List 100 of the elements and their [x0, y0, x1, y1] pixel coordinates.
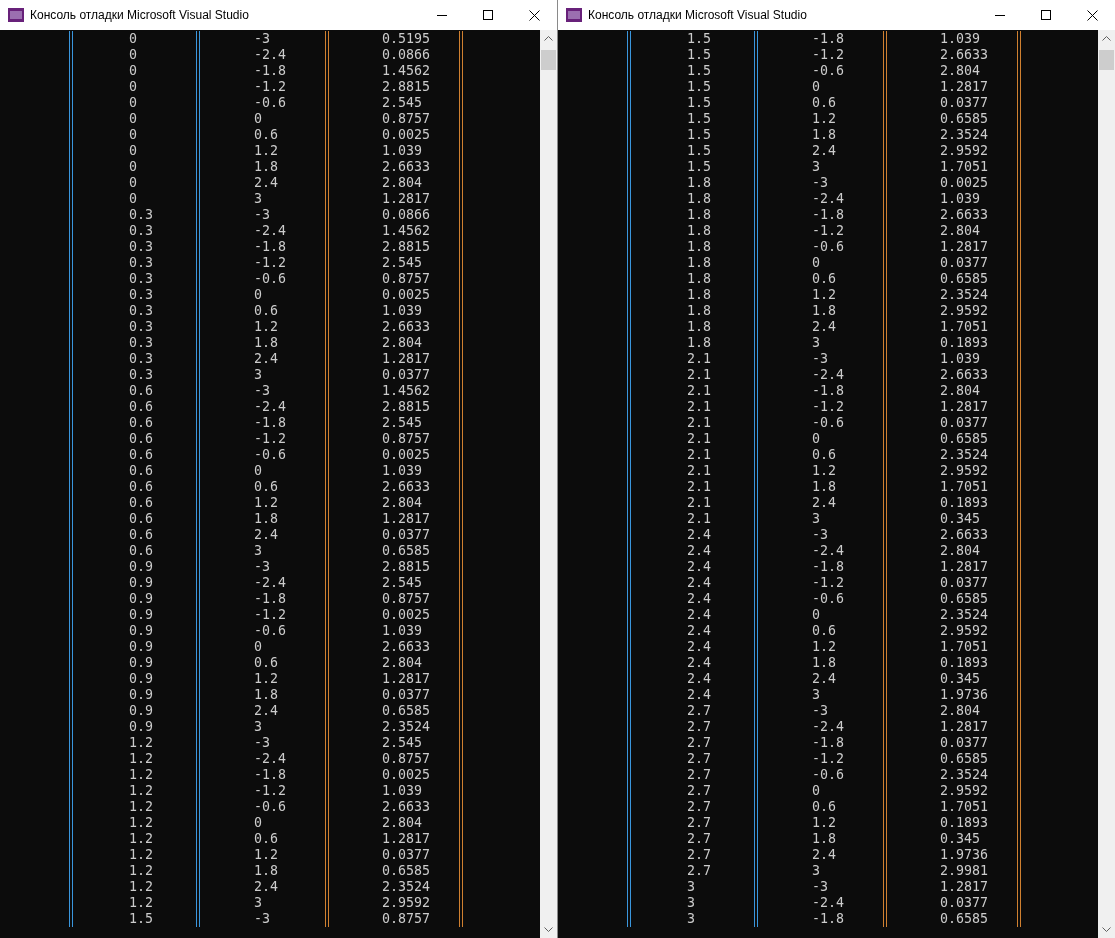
- console-value: 0: [128, 159, 138, 175]
- console-value: -3: [253, 735, 271, 751]
- console-value: 1.2: [128, 863, 155, 879]
- console-value: -3: [253, 911, 271, 927]
- console-value: 1.8: [811, 655, 838, 671]
- console-value: -0.6: [253, 271, 288, 287]
- console-value: 2.9592: [939, 623, 990, 639]
- console-value: -1.8: [253, 239, 288, 255]
- console-value: 0.6: [128, 463, 155, 479]
- console-value: 0.0377: [381, 847, 432, 863]
- scrollbar-thumb[interactable]: [1099, 50, 1114, 70]
- console-value: 2.7: [686, 751, 713, 767]
- console-value: 0.1893: [939, 815, 990, 831]
- console-value: 1.8: [686, 191, 713, 207]
- console-value: 2.6633: [939, 207, 990, 223]
- console-value: 0.9: [128, 623, 155, 639]
- console-value: 0.9: [128, 703, 155, 719]
- console-value: 0.6: [128, 399, 155, 415]
- console-value: 0.9: [128, 607, 155, 623]
- console-value: 1.2: [253, 847, 280, 863]
- close-icon: [1086, 9, 1098, 21]
- console-value: 0.3: [128, 287, 155, 303]
- console-value: 1.2817: [939, 559, 990, 575]
- console-value: 2.6633: [381, 799, 432, 815]
- console-value: 0.6: [253, 831, 280, 847]
- console-value: -1.8: [811, 735, 846, 751]
- console-value: 2.4: [686, 655, 713, 671]
- console-value: -1.2: [811, 751, 846, 767]
- window-title: Консоль отладки Microsoft Visual Studio: [588, 8, 807, 22]
- console-value: 0.345: [939, 831, 982, 847]
- console-value: 1.7051: [939, 479, 990, 495]
- console-value: 0.0377: [939, 415, 990, 431]
- console-value: 0.0377: [939, 575, 990, 591]
- console-value: 1.7051: [939, 799, 990, 815]
- console-value: 1.2: [811, 815, 838, 831]
- scrollbar-thumb[interactable]: [541, 50, 556, 70]
- chevron-down-icon: [1102, 927, 1111, 932]
- console-value: 1.8: [253, 335, 280, 351]
- console-value: -1.8: [811, 911, 846, 927]
- console-value: 0: [811, 255, 821, 271]
- console-value: 1.2: [128, 831, 155, 847]
- console-value: -3: [253, 383, 271, 399]
- console-value: 3: [253, 191, 263, 207]
- console-value: 1.2: [128, 879, 155, 895]
- console-value: 1.8: [686, 335, 713, 351]
- console-value: 2.4: [686, 607, 713, 623]
- console-value: 1.2: [811, 639, 838, 655]
- console-value: 1.2: [253, 671, 280, 687]
- chevron-up-icon: [1102, 36, 1111, 41]
- console-value: 0.0377: [939, 895, 990, 911]
- console-value: 2.3524: [939, 447, 990, 463]
- console-value: 2.804: [381, 175, 424, 191]
- console-value: 0: [253, 639, 263, 655]
- console-value: -1.2: [811, 399, 846, 415]
- console-value: 0.8757: [381, 271, 432, 287]
- console-value: 0.6585: [381, 543, 432, 559]
- console-value: 1.8: [686, 271, 713, 287]
- console-value: 1.2817: [381, 671, 432, 687]
- console-value: 1.9736: [939, 847, 990, 863]
- console-value: 1.2817: [939, 79, 990, 95]
- console-value: 0.8757: [381, 911, 432, 927]
- console-value: 2.6633: [939, 367, 990, 383]
- console-value: 1.2817: [939, 719, 990, 735]
- console-value: 3: [811, 863, 821, 879]
- console-value: 2.3524: [939, 287, 990, 303]
- console-value: 0: [128, 111, 138, 127]
- console-value: 1.2: [128, 799, 155, 815]
- console-value: 1.5: [686, 95, 713, 111]
- console-value: 1.2: [811, 463, 838, 479]
- console-value: -2.4: [253, 751, 288, 767]
- console-value: 1.2: [128, 847, 155, 863]
- console-value: 0.1893: [939, 655, 990, 671]
- console-value: 2.1: [686, 383, 713, 399]
- console-value: 0.6: [811, 623, 838, 639]
- console-value: 0.345: [939, 671, 982, 687]
- console-value: 0: [128, 63, 138, 79]
- console-value: 1.2: [253, 143, 280, 159]
- console-value: -3: [811, 351, 829, 367]
- console-value: 1.039: [381, 623, 424, 639]
- console-value: 1.9736: [939, 687, 990, 703]
- console-value: 1.039: [381, 463, 424, 479]
- console-value: 0.9: [128, 559, 155, 575]
- console-value: 0.0377: [381, 687, 432, 703]
- close-icon: [528, 9, 540, 21]
- console-value: 1.5: [686, 31, 713, 47]
- console-value: 1.2: [128, 895, 155, 911]
- console-value: 1.2: [128, 815, 155, 831]
- minimize-icon: [437, 14, 447, 16]
- console-value: 0.6: [128, 383, 155, 399]
- console-value: -3: [253, 31, 271, 47]
- console-value: 1.8: [811, 479, 838, 495]
- console-value: 0.6: [128, 495, 155, 511]
- console-value: 0.8757: [381, 431, 432, 447]
- console-value: 0.0377: [381, 367, 432, 383]
- console-value: 0.6: [128, 527, 155, 543]
- console-value: -1.2: [253, 431, 288, 447]
- console-value: 1.2817: [381, 511, 432, 527]
- console-value: 2.545: [381, 575, 424, 591]
- console-value: 2.7: [686, 703, 713, 719]
- console-value: 2.4: [253, 175, 280, 191]
